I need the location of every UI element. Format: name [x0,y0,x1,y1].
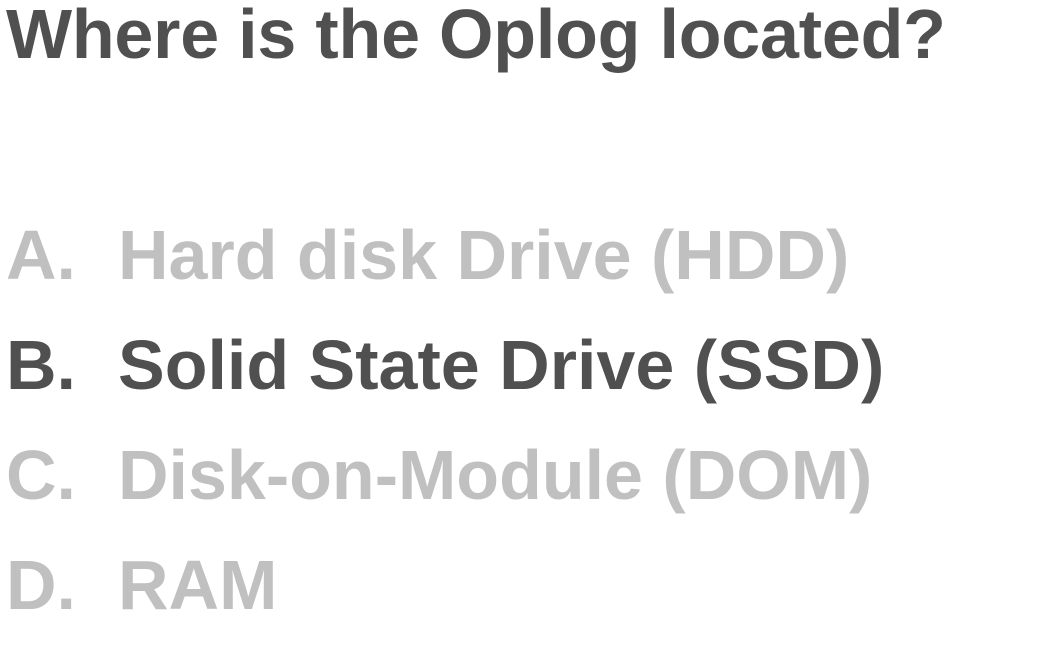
option-b-text: Solid State Drive (SSD) [118,326,885,404]
option-a-text: Hard disk Drive (HDD) [118,216,850,294]
option-b-letter: B. [6,326,76,404]
option-d-text: RAM [118,546,278,624]
question-title: Where is the Oplog located? [6,0,946,73]
option-c-text: Disk-on-Module (DOM) [118,436,873,514]
option-c-letter: C. [6,436,76,514]
option-a-letter: A. [6,216,76,294]
option-d-letter: D. [6,546,76,624]
